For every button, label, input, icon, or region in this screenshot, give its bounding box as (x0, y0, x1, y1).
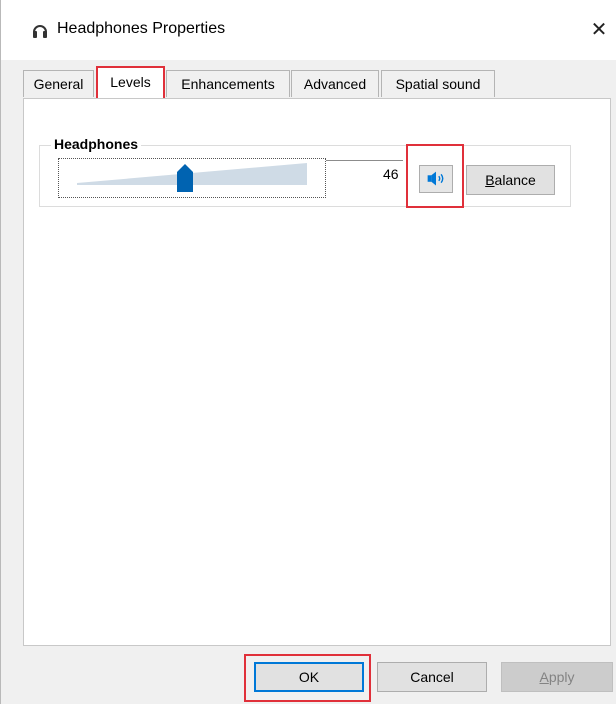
apply-label: pply (548, 669, 575, 685)
window-title: Headphones Properties (57, 20, 226, 37)
mute-button[interactable] (419, 165, 453, 193)
apply-mnemonic: A (539, 669, 549, 685)
tab-general[interactable]: General (23, 70, 94, 97)
title-bar: Headphones Properties ✕ (1, 0, 616, 60)
tab-spatial-sound[interactable]: Spatial sound (381, 70, 495, 97)
properties-dialog: Headphones Properties ✕ General Levels E… (0, 0, 616, 704)
close-icon[interactable]: ✕ (581, 12, 616, 48)
headphones-icon (33, 25, 47, 38)
balance-mnemonic: B (485, 172, 495, 188)
value-separator (326, 160, 403, 161)
tab-enhancements[interactable]: Enhancements (166, 70, 290, 97)
cancel-button[interactable]: Cancel (377, 662, 487, 692)
volume-value: 46 (383, 166, 399, 182)
apply-button[interactable]: Apply (501, 662, 613, 692)
speaker-icon (427, 171, 444, 186)
volume-thumb[interactable] (177, 164, 193, 192)
tab-advanced[interactable]: Advanced (291, 70, 379, 97)
tab-levels[interactable]: Levels (96, 66, 165, 98)
balance-button[interactable]: Balance (466, 165, 555, 195)
ok-button[interactable]: OK (254, 662, 364, 692)
group-label: Headphones (51, 136, 142, 152)
balance-label: alance (494, 172, 536, 188)
